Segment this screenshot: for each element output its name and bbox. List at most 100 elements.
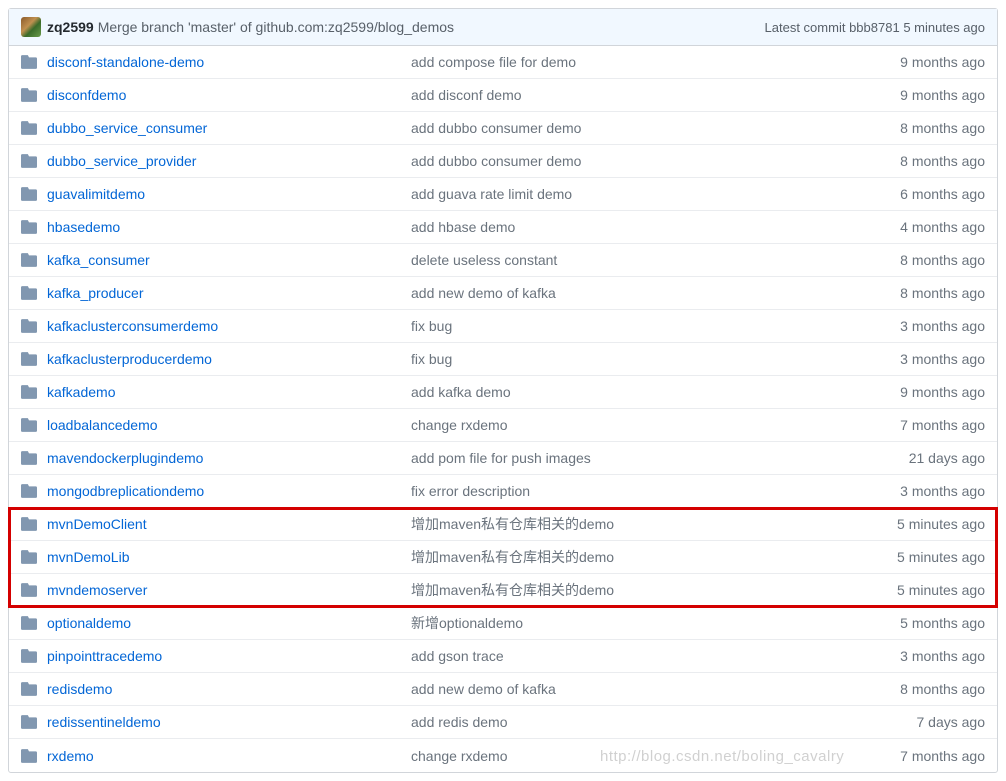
file-age: 5 minutes ago bbox=[845, 582, 985, 598]
file-age: 3 months ago bbox=[845, 318, 985, 334]
folder-icon bbox=[21, 154, 37, 168]
commit-message-cell[interactable]: fix bug bbox=[411, 318, 845, 334]
table-row: mvnDemoClient 增加maven私有仓库相关的demo5 minutes… bbox=[9, 508, 997, 541]
folder-icon bbox=[21, 352, 37, 366]
commit-message-cell[interactable]: add redis demo bbox=[411, 714, 845, 730]
directory-link[interactable]: optionaldemo bbox=[47, 615, 131, 631]
table-row: kafkaclusterproducerdemofix bug3 months … bbox=[9, 343, 997, 376]
file-age: 7 months ago bbox=[845, 748, 985, 764]
folder-icon bbox=[21, 55, 37, 69]
directory-link[interactable]: kafkademo bbox=[47, 384, 115, 400]
folder-icon bbox=[21, 286, 37, 300]
file-age: 8 months ago bbox=[845, 252, 985, 268]
commit-message-cell[interactable]: add compose file for demo bbox=[411, 54, 845, 70]
directory-link[interactable]: rxdemo bbox=[47, 748, 94, 764]
folder-icon bbox=[21, 253, 37, 267]
folder-icon bbox=[21, 517, 37, 531]
file-age: 5 minutes ago bbox=[845, 549, 985, 565]
directory-link[interactable]: pinpointtracedemo bbox=[47, 648, 162, 664]
folder-icon bbox=[21, 649, 37, 663]
commit-message-cell[interactable]: 增加maven私有仓库相关的demo bbox=[411, 547, 845, 567]
commit-sha[interactable]: bbb8781 bbox=[849, 20, 900, 35]
commit-meta: Latest commit bbb8781 5 minutes ago bbox=[765, 20, 985, 35]
directory-link[interactable]: kafkaclusterconsumerdemo bbox=[47, 318, 218, 334]
directory-link[interactable]: hbasedemo bbox=[47, 219, 120, 235]
commit-message-cell[interactable]: delete useless constant bbox=[411, 252, 845, 268]
file-age: 8 months ago bbox=[845, 285, 985, 301]
commit-message-cell[interactable]: 增加maven私有仓库相关的demo bbox=[411, 514, 845, 534]
commit-message-cell[interactable]: add pom file for push images bbox=[411, 450, 845, 466]
file-age: 3 months ago bbox=[845, 648, 985, 664]
directory-link[interactable]: disconf-standalone-demo bbox=[47, 54, 204, 70]
table-row: rxdemo change rxdemo7 months ago bbox=[9, 739, 997, 772]
directory-link[interactable]: kafka_consumer bbox=[47, 252, 150, 268]
folder-icon bbox=[21, 484, 37, 498]
commit-message-cell[interactable]: add guava rate limit demo bbox=[411, 186, 845, 202]
file-age: 7 days ago bbox=[845, 714, 985, 730]
directory-link[interactable]: dubbo_service_provider bbox=[47, 153, 196, 169]
directory-link[interactable]: dubbo_service_consumer bbox=[47, 120, 207, 136]
commit-message-cell[interactable]: add dubbo consumer demo bbox=[411, 120, 845, 136]
directory-link[interactable]: mvnDemoLib bbox=[47, 549, 129, 565]
folder-icon bbox=[21, 88, 37, 102]
commit-message-cell[interactable]: add disconf demo bbox=[411, 87, 845, 103]
commit-message-cell[interactable]: change rxdemo bbox=[411, 748, 845, 764]
file-age: 7 months ago bbox=[845, 417, 985, 433]
folder-icon bbox=[21, 715, 37, 729]
commit-message-cell[interactable]: add kafka demo bbox=[411, 384, 845, 400]
directory-link[interactable]: mvnDemoClient bbox=[47, 516, 147, 532]
commit-message[interactable]: Merge branch 'master' of github.com:zq25… bbox=[98, 19, 765, 35]
file-age: 8 months ago bbox=[845, 120, 985, 136]
table-row: kafka_consumer delete useless constant8 m… bbox=[9, 244, 997, 277]
directory-link[interactable]: mongodbreplicationdemo bbox=[47, 483, 204, 499]
table-row: kafkademo add kafka demo9 months ago bbox=[9, 376, 997, 409]
folder-icon bbox=[21, 418, 37, 432]
directory-link[interactable]: loadbalancedemo bbox=[47, 417, 158, 433]
directory-link[interactable]: mvndemoserver bbox=[47, 582, 147, 598]
commit-message-cell[interactable]: add new demo of kafka bbox=[411, 285, 845, 301]
table-row: loadbalancedemo change rxdemo7 months ago bbox=[9, 409, 997, 442]
folder-icon bbox=[21, 451, 37, 465]
folder-icon bbox=[21, 319, 37, 333]
directory-link[interactable]: redisdemo bbox=[47, 681, 112, 697]
directory-link[interactable]: kafkaclusterproducerdemo bbox=[47, 351, 212, 367]
table-row: pinpointtracedemo add gson trace3 months … bbox=[9, 640, 997, 673]
table-row: mavendockerplugindemo add pom file for pu… bbox=[9, 442, 997, 475]
table-row: kafkaclusterconsumerdemo fix bug3 months … bbox=[9, 310, 997, 343]
file-age: 3 months ago bbox=[845, 483, 985, 499]
commit-message-cell[interactable]: 增加maven私有仓库相关的demo bbox=[411, 580, 845, 600]
folder-icon bbox=[21, 550, 37, 564]
file-age: 5 minutes ago bbox=[845, 516, 985, 532]
folder-icon bbox=[21, 616, 37, 630]
commit-message-cell[interactable]: fix error description bbox=[411, 483, 845, 499]
file-age: 9 months ago bbox=[845, 54, 985, 70]
avatar[interactable] bbox=[21, 17, 41, 37]
latest-commit-label: Latest commit bbox=[765, 20, 846, 35]
commit-message-cell[interactable]: fix bug bbox=[411, 351, 845, 367]
commit-author[interactable]: zq2599 bbox=[47, 19, 94, 35]
file-age: 9 months ago bbox=[845, 87, 985, 103]
commit-message-cell[interactable]: change rxdemo bbox=[411, 417, 845, 433]
table-row: disconf-standalone-demo add compose file … bbox=[9, 46, 997, 79]
folder-icon bbox=[21, 187, 37, 201]
file-age: 9 months ago bbox=[845, 384, 985, 400]
directory-link[interactable]: mavendockerplugindemo bbox=[47, 450, 203, 466]
directory-link[interactable]: guavalimitdemo bbox=[47, 186, 145, 202]
commit-message-cell[interactable]: add dubbo consumer demo bbox=[411, 153, 845, 169]
file-age: 5 months ago bbox=[845, 615, 985, 631]
table-row: mvnDemoLib 增加maven私有仓库相关的demo5 minutes ag… bbox=[9, 541, 997, 574]
file-age: 4 months ago bbox=[845, 219, 985, 235]
folder-icon bbox=[21, 121, 37, 135]
directory-link[interactable]: disconfdemo bbox=[47, 87, 126, 103]
commit-message-cell[interactable]: 新增optionaldemo bbox=[411, 613, 845, 633]
folder-icon bbox=[21, 220, 37, 234]
file-age: 8 months ago bbox=[845, 681, 985, 697]
commit-message-cell[interactable]: add new demo of kafka bbox=[411, 681, 845, 697]
directory-link[interactable]: kafka_producer bbox=[47, 285, 144, 301]
folder-icon bbox=[21, 749, 37, 763]
commit-message-cell[interactable]: add hbase demo bbox=[411, 219, 845, 235]
directory-link[interactable]: redissentineldemo bbox=[47, 714, 161, 730]
table-row: dubbo_service_consumer add dubbo consumer… bbox=[9, 112, 997, 145]
commit-message-cell[interactable]: add gson trace bbox=[411, 648, 845, 664]
folder-icon bbox=[21, 583, 37, 597]
